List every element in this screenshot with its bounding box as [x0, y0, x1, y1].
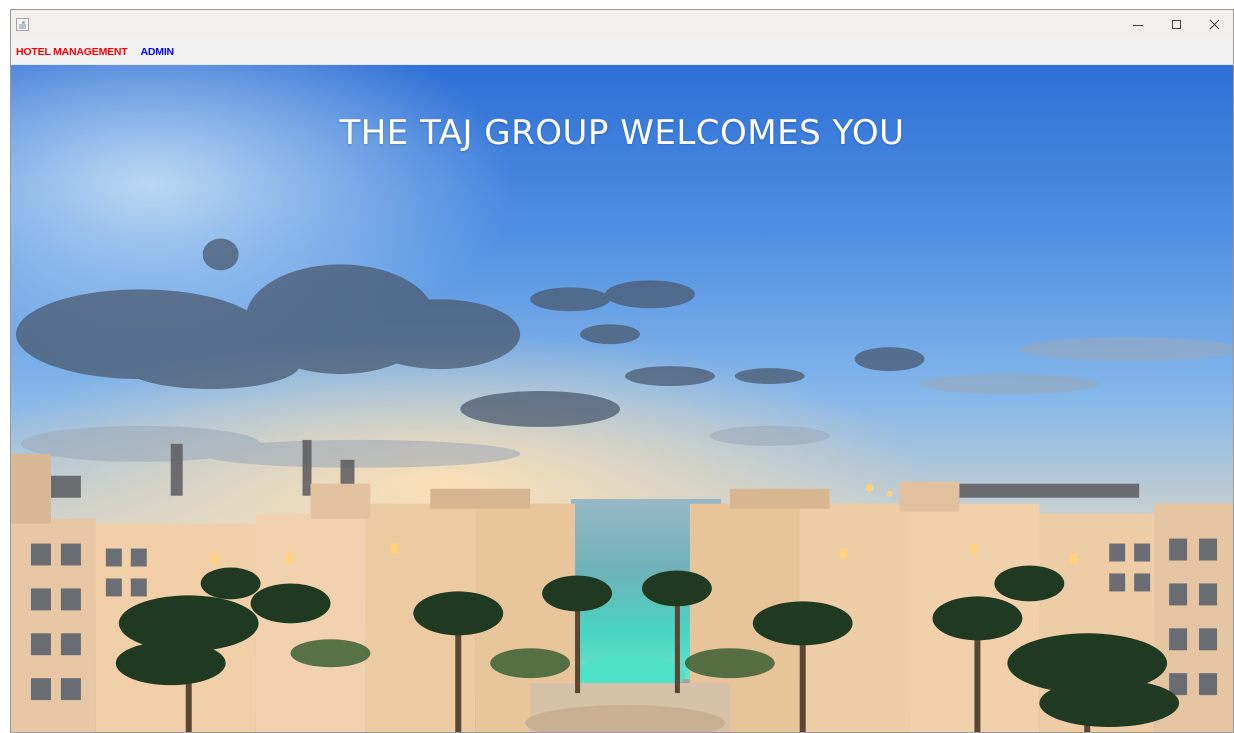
main-window: HOTEL MANAGEMENT ADMIN THE TAJ GROUP WEL…: [10, 9, 1234, 733]
minimize-button[interactable]: [1119, 10, 1157, 39]
welcome-heading: THE TAJ GROUP WELCOMES YOU: [339, 113, 905, 153]
minimize-icon: [1133, 25, 1143, 26]
hotel-resort-illustration: [11, 439, 1233, 732]
menu-bar: HOTEL MANAGEMENT ADMIN: [11, 39, 1233, 65]
close-button[interactable]: [1195, 10, 1233, 39]
java-app-icon: [16, 18, 29, 31]
menu-admin[interactable]: ADMIN: [136, 46, 182, 58]
maximize-icon: [1171, 20, 1181, 29]
menu-hotel-management[interactable]: HOTEL MANAGEMENT: [11, 46, 136, 58]
title-bar[interactable]: [11, 10, 1233, 39]
close-icon: [1209, 19, 1220, 30]
background-photo: THE TAJ GROUP WELCOMES YOU: [11, 65, 1233, 732]
maximize-button[interactable]: [1157, 10, 1195, 39]
